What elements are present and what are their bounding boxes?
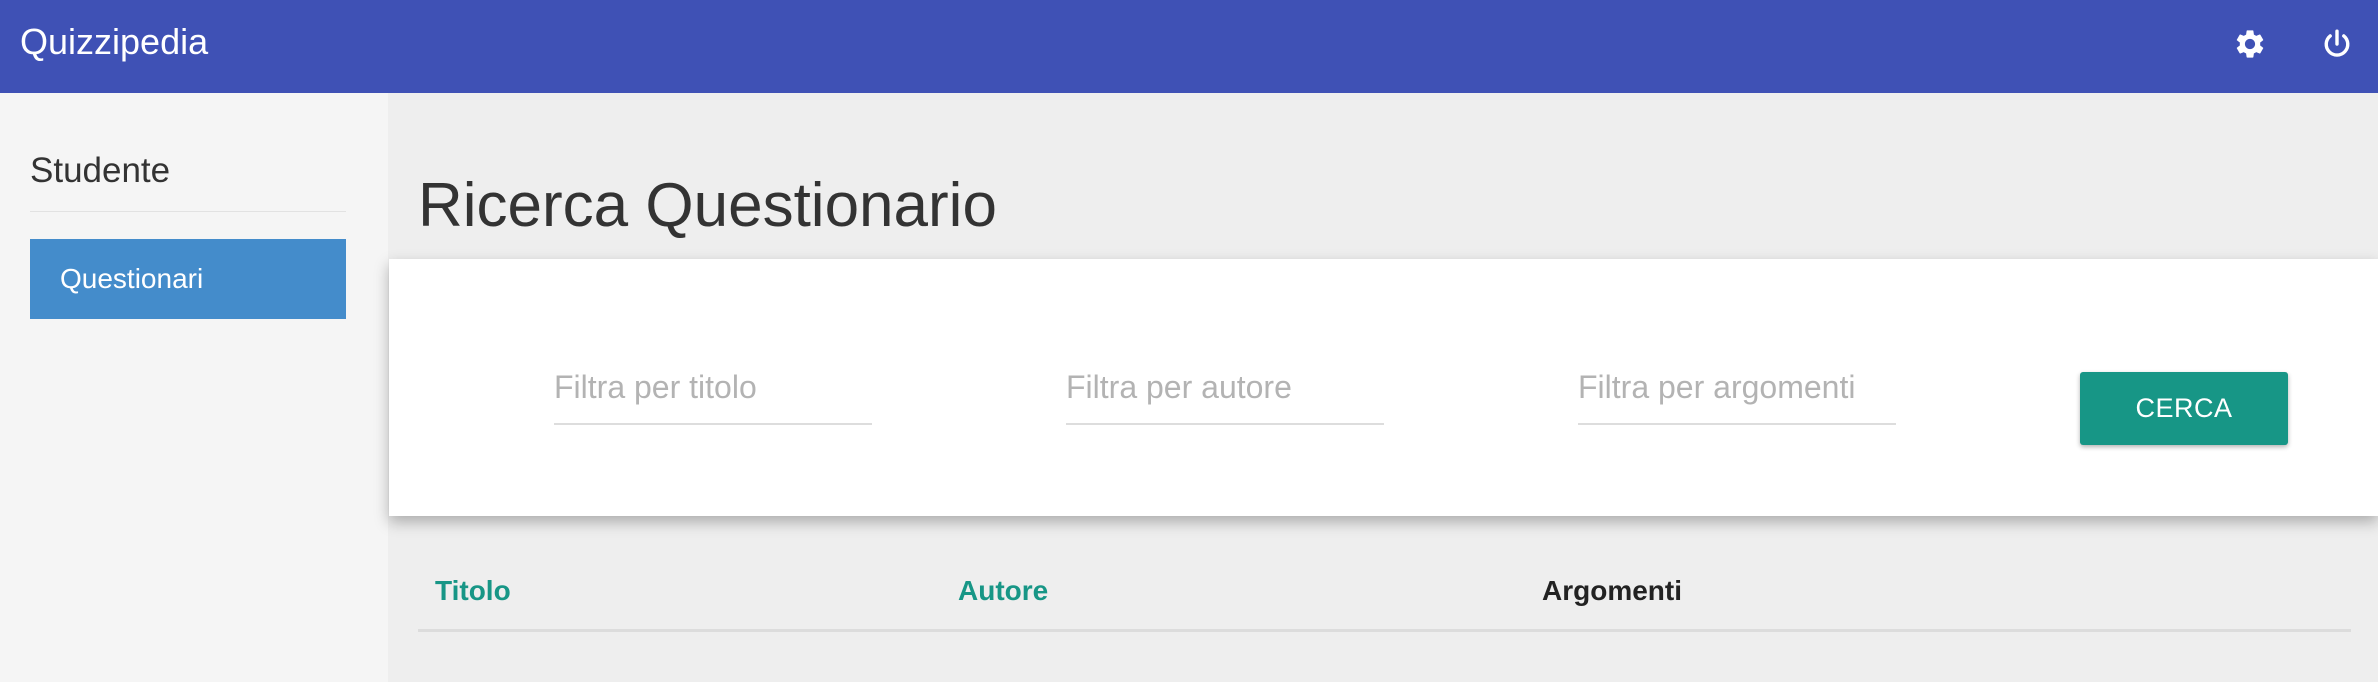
column-header-topics: Argomenti (1542, 575, 1682, 606)
sidebar: Studente Questionari (0, 93, 388, 682)
sidebar-item-label: Questionari (60, 263, 204, 294)
page-title: Ricerca Questionario (418, 171, 997, 240)
title-filter-input[interactable] (554, 357, 872, 417)
topics-filter-input[interactable] (1578, 357, 1896, 417)
power-icon (2320, 27, 2354, 61)
column-header-author[interactable]: Autore (958, 574, 1048, 608)
gear-icon (2233, 27, 2267, 61)
app-root: Quizzipedia Studente Questionari Ricerca… (0, 0, 2378, 682)
search-button[interactable]: CERCA (2080, 372, 2288, 445)
title-filter-field (554, 357, 872, 425)
logout-button[interactable] (2314, 21, 2360, 67)
column-header-title[interactable]: Titolo (435, 574, 511, 608)
top-app-bar: Quizzipedia (0, 0, 2378, 93)
topics-filter-field (1578, 357, 1896, 425)
settings-button[interactable] (2227, 21, 2273, 67)
author-filter-field (1066, 357, 1384, 425)
app-title: Quizzipedia (20, 21, 209, 62)
filter-card: CERCA (389, 259, 2378, 516)
author-filter-input[interactable] (1066, 357, 1384, 417)
results-table-header: Titolo Autore Argomenti (418, 560, 2351, 632)
sidebar-item-questionari[interactable]: Questionari (30, 239, 346, 319)
sidebar-heading: Studente (30, 149, 346, 212)
